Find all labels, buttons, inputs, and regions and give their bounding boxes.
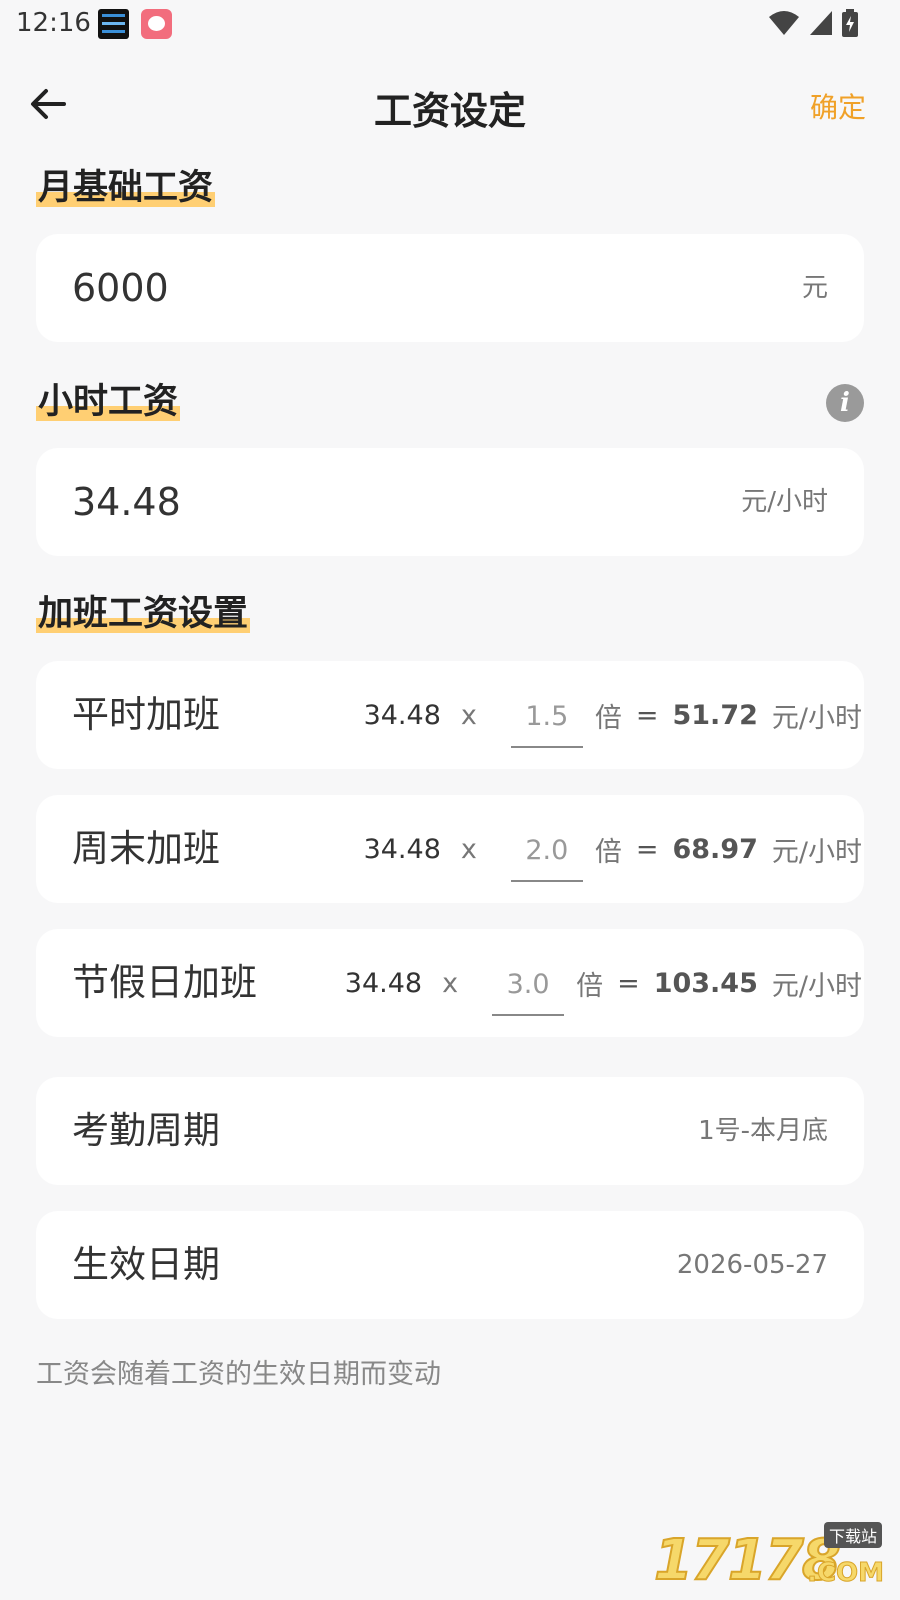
app-notification-icon <box>141 9 172 39</box>
overtime-multiplier-input[interactable]: 2.0 <box>510 835 583 882</box>
hourly-wage-unit: 元/小时 <box>741 487 828 517</box>
overtime-base-rate: 34.48 <box>363 833 441 865</box>
overtime-row-label: 周末加班 <box>72 827 220 870</box>
status-bar: 12:16 <box>0 0 900 48</box>
overtime-result: 68.97 <box>672 833 758 865</box>
overtime-result: 103.45 <box>653 967 758 999</box>
overtime-calc: 34.48 x 3.0 倍 = 103.45 元/小时 <box>345 929 864 1037</box>
clock-widget-notification-icon <box>98 9 129 39</box>
info-icon[interactable]: i <box>826 384 864 422</box>
overtime-base-rate: 34.48 <box>363 699 441 731</box>
overtime-row-weekend: 周末加班 34.48 x 2.0 倍 = 68.97 元/小时 <box>36 795 864 903</box>
monthly-salary-field[interactable]: 6000 元 <box>36 234 864 342</box>
times-sign: x <box>442 967 459 999</box>
monthly-salary-input[interactable]: 6000 <box>72 234 169 342</box>
overtime-row-holiday: 节假日加班 34.48 x 3.0 倍 = 103.45 元/小时 <box>36 929 864 1037</box>
overtime-base-rate: 34.48 <box>344 967 423 999</box>
attendance-cycle-label: 考勤周期 <box>72 1109 220 1152</box>
overtime-section-title: 加班工资设置 <box>36 590 251 638</box>
overtime-result-unit: 元/小时 <box>771 836 862 868</box>
monthly-salary-section-title: 月基础工资 <box>36 164 216 212</box>
overtime-row-weekday: 平时加班 34.48 x 1.5 倍 = 51.72 元/小时 <box>36 661 864 769</box>
hourly-wage-input[interactable]: 34.48 <box>72 448 181 556</box>
equals-sign: = <box>635 699 659 731</box>
overtime-result-unit: 元/小时 <box>771 702 862 734</box>
overtime-result: 51.72 <box>672 699 758 731</box>
overtime-calc: 34.48 x 1.5 倍 = 51.72 元/小时 <box>364 661 864 769</box>
watermark-tag: 下载站 <box>823 1522 882 1548</box>
overtime-row-label: 平时加班 <box>72 693 220 736</box>
multiplier-unit: 倍 <box>594 836 622 868</box>
multiplier-unit: 倍 <box>594 702 622 734</box>
hourly-wage-section-title: 小时工资 <box>36 378 181 426</box>
wifi-icon <box>769 11 799 35</box>
overtime-result-unit: 元/小时 <box>771 970 862 1002</box>
overtime-multiplier-input[interactable]: 3.0 <box>492 969 565 1016</box>
app-header: 工资设定 确定 <box>0 60 900 150</box>
times-sign: x <box>460 699 477 731</box>
system-icons <box>768 8 858 38</box>
effective-date-row[interactable]: 生效日期 2026-05-27 <box>36 1211 864 1319</box>
overtime-multiplier-input[interactable]: 1.5 <box>510 701 583 748</box>
attendance-cycle-row[interactable]: 考勤周期 1号-本月底 <box>36 1077 864 1185</box>
attendance-cycle-value: 1号-本月底 <box>698 1116 828 1146</box>
monthly-salary-unit: 元 <box>801 273 828 303</box>
battery-charging-icon <box>842 9 858 37</box>
watermark-logo: 17178 下载站 .COM <box>653 1522 885 1594</box>
equals-sign: = <box>635 833 659 865</box>
page-title: 工资设定 <box>373 89 526 133</box>
multiplier-unit: 倍 <box>576 970 604 1002</box>
footer-note: 工资会随着工资的生效日期而变动 <box>36 1359 441 1390</box>
effective-date-value: 2026-05-27 <box>676 1250 828 1280</box>
overtime-row-label: 节假日加班 <box>72 961 257 1004</box>
equals-sign: = <box>617 967 640 999</box>
signal-icon <box>810 11 832 35</box>
overtime-calc: 34.48 x 2.0 倍 = 68.97 元/小时 <box>364 795 864 903</box>
watermark-suffix: .COM <box>807 1558 885 1589</box>
effective-date-label: 生效日期 <box>72 1243 220 1286</box>
times-sign: x <box>460 833 477 865</box>
hourly-wage-field[interactable]: 34.48 元/小时 <box>36 448 864 556</box>
status-time: 12:16 <box>16 8 91 38</box>
confirm-button[interactable]: 确定 <box>810 86 866 126</box>
